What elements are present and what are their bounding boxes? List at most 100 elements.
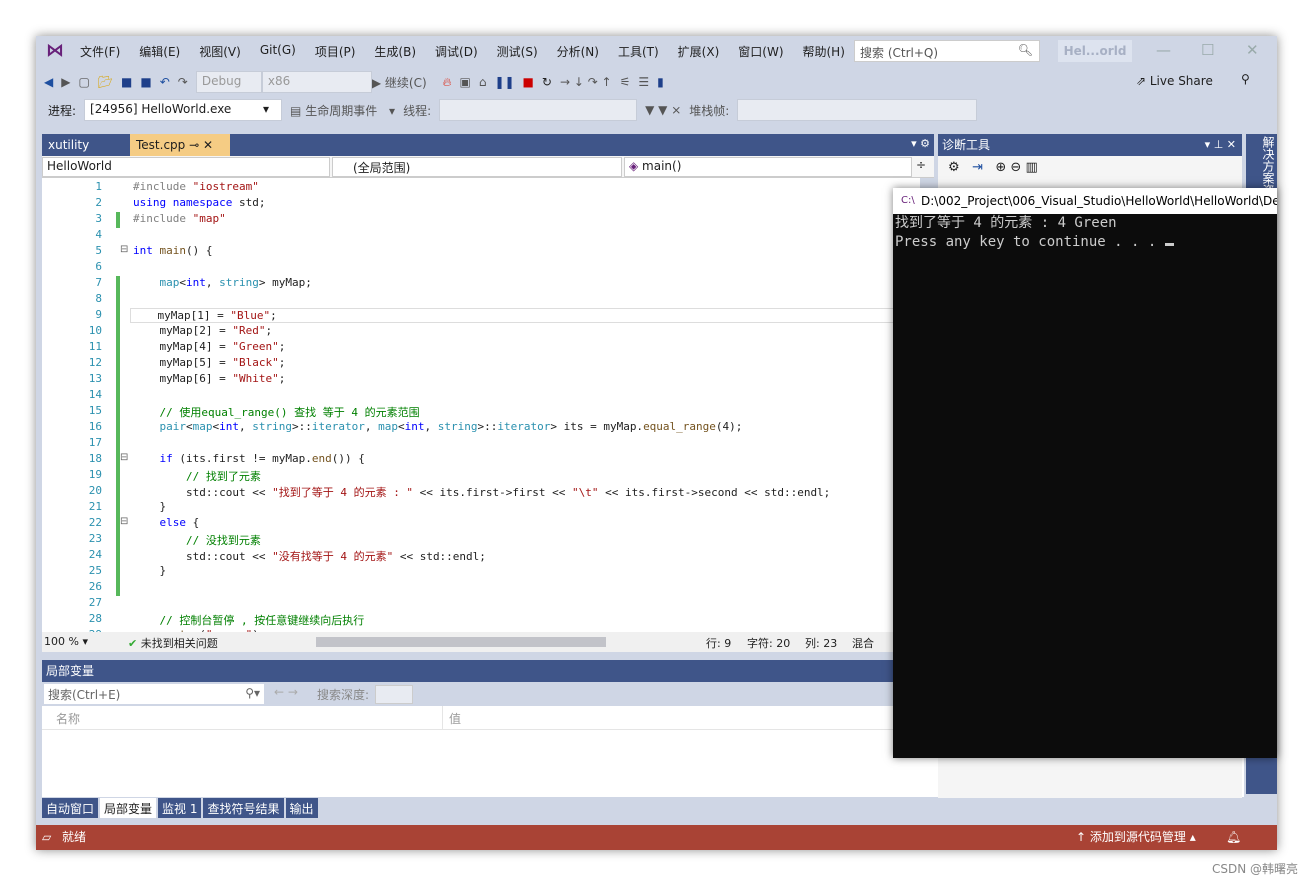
menu-item[interactable]: 生成(B) (374, 43, 416, 60)
save-all-icon[interactable]: ■ (140, 75, 151, 89)
close-tab-icon[interactable]: ✕ (203, 138, 213, 152)
menu-item[interactable]: 窗口(W) (738, 43, 783, 60)
restart-icon[interactable]: ↻ (542, 75, 552, 89)
code-token: "\t" (572, 486, 599, 499)
stop-icon[interactable]: ■ (523, 75, 534, 89)
menu-item[interactable]: 编辑(E) (139, 43, 180, 60)
menu-item[interactable]: 帮助(H) (803, 43, 845, 60)
code-token: < (397, 420, 405, 433)
bottom-tab[interactable]: 查找符号结果 (203, 798, 284, 818)
column-header-name[interactable]: 名称 (56, 710, 80, 727)
zoom-in-icon[interactable]: ⊕ (995, 160, 1006, 175)
close-button[interactable]: ✕ (1246, 41, 1259, 59)
home-icon[interactable]: ⌂ (479, 75, 487, 89)
back-icon[interactable]: ◀ (44, 75, 53, 89)
document-tabs: xutility Test.cpp ⊸ ✕ ▾ ⚙ (42, 134, 934, 156)
bottom-tab[interactable]: 局部变量 (100, 798, 157, 818)
column-header-value[interactable]: 值 (442, 706, 467, 730)
tab-test-cpp[interactable]: Test.cpp ⊸ ✕ (130, 134, 230, 156)
tab-xutility[interactable]: xutility (42, 134, 130, 156)
project-dropdown[interactable]: HelloWorld (42, 157, 330, 177)
config-dropdown[interactable]: Debug (195, 71, 262, 93)
undo-icon[interactable]: ↶ (160, 75, 170, 89)
platform-dropdown[interactable]: x86 (261, 71, 372, 93)
panel-controls-icon[interactable]: ▾ ⊥ ✕ (1205, 134, 1236, 156)
menu-item[interactable]: 调试(D) (435, 43, 478, 60)
menu-item[interactable]: 文件(F) (80, 43, 120, 60)
nav-arrows-icon[interactable]: ← → (274, 685, 298, 699)
collapse-icon[interactable]: ⊟ (120, 244, 128, 255)
collapse-icon[interactable]: ⊟ (120, 452, 128, 463)
live-share-button[interactable]: ⇗ Live Share (1136, 74, 1213, 88)
diag-title: 诊断工具 (942, 138, 991, 152)
bottom-tab[interactable]: 监视 1 (158, 798, 202, 818)
find-icon[interactable]: ▣ (459, 75, 470, 89)
notifications-icon[interactable]: 🔔︎ (1226, 825, 1241, 850)
thread-dropdown[interactable] (439, 99, 638, 121)
collapse-icon[interactable]: ⊟ (120, 516, 128, 527)
open-icon[interactable]: 📂︎ (98, 75, 113, 89)
issues-indicator[interactable]: ✔ 未找到相关问题 (128, 635, 218, 651)
hot-reload-icon[interactable]: 🔥︎ (443, 75, 452, 90)
breakpoints-icon[interactable]: ⚟ (620, 75, 631, 89)
scope-dropdown[interactable]: (全局范围) (332, 157, 622, 177)
redo-icon[interactable]: ↷ (178, 75, 188, 89)
tab-options-icon[interactable]: ▾ ⚙ (911, 137, 930, 150)
export-icon[interactable]: ⇥ (972, 160, 983, 175)
horizontal-scrollbar[interactable] (316, 637, 606, 647)
search-depth-dropdown[interactable] (375, 685, 413, 704)
menu-item[interactable]: Git(G) (260, 43, 296, 60)
change-indicator (116, 548, 120, 564)
solution-name-badge[interactable]: Hel...orld (1058, 40, 1132, 62)
chart-icon[interactable]: ▥ (1025, 160, 1037, 175)
code-token: iterator (497, 420, 551, 433)
pause-icon[interactable]: ❚❚ (494, 75, 514, 89)
member-dropdown[interactable]: ◈ main() (624, 157, 912, 177)
bottom-tab[interactable]: 自动窗口 (42, 798, 99, 818)
zoom-out-icon[interactable]: ⊖ (1010, 160, 1021, 175)
menu-item[interactable]: 项目(P) (315, 43, 356, 60)
minimize-button[interactable]: — (1156, 41, 1171, 59)
zoom-dropdown[interactable]: 100 % ▾ (44, 635, 88, 648)
code-token: ; (278, 340, 286, 353)
pin-icon[interactable]: ⊸ (189, 138, 199, 152)
code-line: myMap[4] = "Green"; (133, 340, 285, 353)
menu-item[interactable]: 扩展(X) (678, 43, 720, 60)
live-share-label: Live Share (1149, 74, 1213, 88)
maximize-button[interactable]: ☐ (1201, 41, 1214, 59)
lifecycle-button[interactable]: ▤ 生命周期事件 ▾ (290, 102, 395, 119)
line-number: 18 (88, 452, 102, 465)
process-label: 进程: (48, 103, 77, 118)
lifecycle-label: 生命周期事件 (305, 103, 378, 118)
menu-item[interactable]: 视图(V) (199, 43, 241, 60)
continue-button[interactable]: ▶ 继续(C) (372, 74, 435, 91)
locals-search-input[interactable]: 搜索(Ctrl+E) ⚲▾ (44, 684, 264, 704)
settings-icon[interactable]: ⚙ (948, 160, 960, 175)
menu-item[interactable]: 测试(S) (497, 43, 538, 60)
save-icon[interactable]: ■ (121, 75, 132, 89)
console-window[interactable]: C:\ D:\002_Project\006_Visual_Studio\Hell… (893, 188, 1277, 758)
search-input[interactable]: 搜索 (Ctrl+Q) 🔍︎ (854, 40, 1040, 62)
line-number: 22 (88, 516, 102, 529)
code-editor[interactable]: 1 #include "iostream" 2 using namespace std… (42, 178, 920, 632)
comment-icon[interactable]: ☰ (638, 75, 649, 89)
new-item-icon[interactable]: ▢ (78, 75, 89, 89)
stack-frame-dropdown[interactable] (737, 99, 978, 121)
forward-icon[interactable]: ▶ (61, 75, 70, 89)
step-icon[interactable]: → ↓ ↷ ↑ (560, 75, 612, 89)
line-number: 26 (88, 580, 102, 593)
source-control-button[interactable]: ↑ 添加到源代码管理 ▴ (1076, 825, 1196, 850)
split-icon[interactable]: ÷ (916, 158, 926, 172)
console-title-bar[interactable]: C:\ D:\002_Project\006_Visual_Studio\Hell… (893, 188, 1277, 214)
live-share-icon: ⇗ (1136, 74, 1150, 88)
process-dropdown[interactable]: [24956] HelloWorld.exe ▾ (84, 99, 283, 121)
menu-item[interactable]: 工具(T) (618, 43, 659, 60)
code-token: // 控制台暂停 , 按任意键继续向后执行 (133, 614, 365, 627)
bottom-tab[interactable]: 输出 (285, 798, 318, 818)
code-token: int (404, 420, 425, 433)
bookmark-icon[interactable]: ▮ (657, 75, 664, 89)
menu-item[interactable]: 分析(N) (557, 43, 599, 60)
feedback-icon[interactable]: ⚲ (1241, 72, 1250, 86)
line-ending-indicator[interactable]: 混合 (852, 635, 874, 651)
filter-icon[interactable]: ▼ ▼ ⨯ (645, 103, 681, 117)
